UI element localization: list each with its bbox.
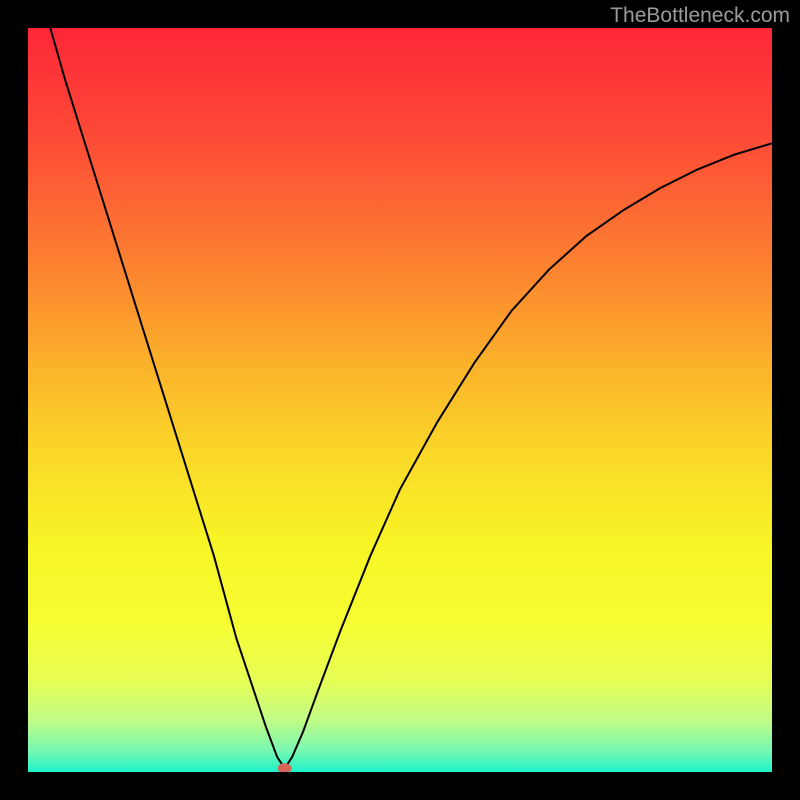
- chart-frame: TheBottleneck.com: [0, 0, 800, 800]
- gradient-background: [28, 28, 772, 772]
- watermark-text: TheBottleneck.com: [610, 4, 790, 28]
- plot-area: [28, 28, 772, 772]
- chart-svg: [28, 28, 772, 772]
